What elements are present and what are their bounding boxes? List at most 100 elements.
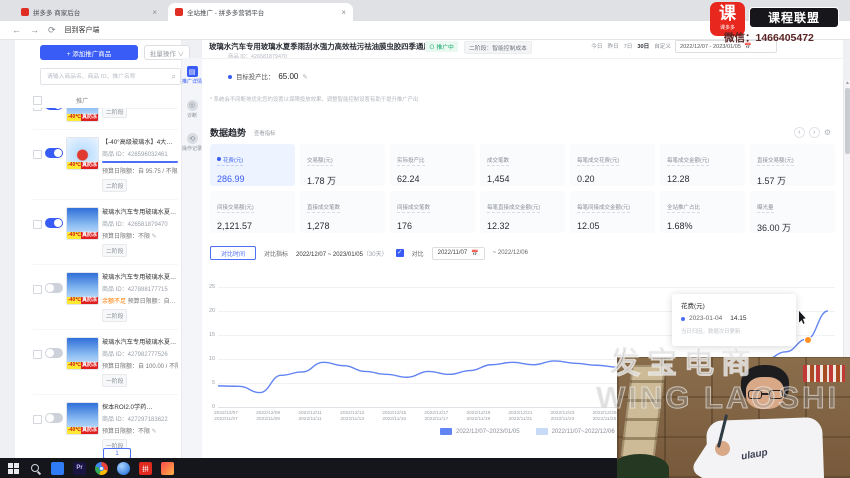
mini-nav-item-推广详情[interactable]: ▤推广详情 — [182, 66, 202, 86]
pagination-page-1[interactable]: 1 — [103, 448, 131, 458]
thumb-tag-temp: -40℃ — [67, 362, 82, 369]
pinduoduo-icon[interactable]: 拼 — [139, 462, 152, 475]
edit-icon[interactable]: ✎ — [150, 234, 157, 240]
metric-card[interactable]: 直接成交笔数1,278 — [300, 191, 385, 233]
row-checkbox[interactable] — [33, 220, 42, 229]
scrollbar-up-icon[interactable]: ▲ — [844, 80, 850, 87]
metric-card[interactable]: 花费(元)286.99 — [210, 144, 295, 186]
select-all-checkbox[interactable] — [33, 96, 42, 105]
add-promo-product-button[interactable]: + 添加推广商品 — [40, 45, 138, 60]
app-blue-icon[interactable] — [51, 462, 64, 475]
promo-toggle[interactable] — [45, 348, 63, 358]
metric-cards-row2: 间接交易额(元)2,121.57直接成交笔数1,278间接成交笔数176每笔直接… — [210, 191, 835, 233]
tab-label: 拼多多 商家后台 — [33, 7, 148, 17]
back-icon[interactable]: ← — [12, 25, 21, 35]
metric-card[interactable]: 每笔成交金额(元)12.28 — [660, 144, 745, 186]
toggle-knob — [54, 149, 62, 157]
metric-value: 1,454 — [487, 174, 558, 184]
row-checkbox[interactable] — [33, 285, 42, 294]
metric-card[interactable]: 实际投产比62.24 — [390, 144, 475, 186]
metric-card[interactable]: 曝光量36.00 万 — [750, 191, 835, 233]
row-checkbox[interactable] — [33, 415, 42, 424]
gear-icon[interactable]: ⚙ — [824, 128, 831, 137]
forward-icon[interactable]: → — [30, 25, 39, 35]
prev-page-icon[interactable]: ‹ — [794, 127, 805, 138]
metric-label: 间接交易额(元) — [217, 203, 254, 213]
edit-icon[interactable]: ✎ — [150, 429, 157, 435]
thumb-tag-antifreeze: 真防冻 — [81, 232, 98, 239]
metric-card[interactable]: 成交笔数1,454 — [480, 144, 565, 186]
start-icon[interactable] — [7, 462, 20, 475]
browser-tab-merchant[interactable]: 拼多多 商家后台 × — [14, 3, 164, 21]
media-icon[interactable] — [161, 462, 174, 475]
scrollbar-thumb[interactable] — [845, 88, 850, 154]
reload-icon[interactable]: ⟳ — [48, 25, 56, 36]
product-row[interactable]: -40℃真防冻玻璃水汽车专用玻璃水夏…商品 ID：426581879470预算日… — [33, 200, 178, 265]
thumb-tag-temp: -40℃ — [67, 297, 82, 304]
compare-checkbox[interactable]: ✓ — [396, 249, 404, 257]
tick-date-compare: 2022/11/07 — [205, 417, 247, 423]
series-dot-icon — [681, 317, 685, 321]
row-checkbox[interactable] — [33, 150, 42, 159]
metric-card[interactable]: 直接交易额(元)1.57 万 — [750, 144, 835, 186]
metric-card[interactable]: 全站推广占比1.68% — [660, 191, 745, 233]
row-checkbox[interactable] — [33, 108, 42, 111]
metric-card[interactable]: 每笔间接成交金额(元)12.05 — [570, 191, 655, 233]
mini-nav-label: 诊断 — [182, 114, 202, 120]
mini-nav-item-诊断[interactable]: ◎ 诊断 — [182, 100, 202, 120]
toggle-knob — [46, 349, 54, 357]
search-icon[interactable]: ⌕ — [172, 72, 176, 82]
mini-nav-item-操作记录[interactable]: ⟲操作记录 — [182, 133, 202, 153]
row-checkbox[interactable] — [33, 350, 42, 359]
browser-tab-promotion[interactable]: 全站推广 - 拼多多营销平台 × — [168, 3, 353, 21]
url-text[interactable]: 回到客户端 — [65, 25, 100, 35]
product-row[interactable]: -40℃真防冻预算日限额：不限 ✎二阶段 — [33, 108, 178, 130]
range-tab-今日[interactable]: 今日 — [591, 42, 602, 50]
tooltip-row: 2023-01-04 14.15 — [681, 315, 787, 322]
metric-card[interactable]: 每笔成交花费(元)0.20 — [570, 144, 655, 186]
chrome-icon[interactable] — [95, 462, 108, 475]
product-name: 探本ROI2.0学药… — [102, 402, 178, 411]
edit-icon[interactable]: ✎ — [302, 73, 307, 81]
promo-toggle[interactable] — [45, 108, 63, 110]
metric-card[interactable]: 交易额(元)1.78 万 — [300, 144, 385, 186]
product-row[interactable]: -40℃真防冻玻璃水汽车专用玻璃水夏…商品 ID：427888177715余额不… — [33, 265, 178, 330]
metric-card[interactable]: 间接成交笔数176 — [390, 191, 475, 233]
tab-close-icon[interactable]: × — [341, 8, 346, 17]
range-tab-自定义[interactable]: 自定义 — [654, 42, 671, 50]
product-info: 玻璃水汽车专用玻璃水夏…商品 ID：426581879470预算日限额：不限 ✎… — [102, 207, 178, 257]
promo-toggle[interactable] — [45, 283, 63, 293]
product-row[interactable]: -40℃真防冻玻璃水汽车专用玻璃水夏…商品 ID：427982777526预算日… — [33, 330, 178, 395]
status-icon: ⊙ — [429, 45, 435, 51]
metric-card[interactable]: 间接交易额(元)2,121.57 — [210, 191, 295, 233]
range-tab-30日[interactable]: 30日 — [637, 42, 649, 50]
x-axis-tick: 2022/12/112022/11/11 — [289, 411, 331, 423]
sphere-icon[interactable] — [117, 462, 130, 475]
promo-toggle[interactable] — [45, 413, 63, 423]
metric-dot-icon — [217, 157, 221, 161]
compare-time-button[interactable]: 对比时间 — [210, 246, 256, 260]
budget-text: 预算日限额：不限 — [102, 234, 150, 240]
tab-close-icon[interactable]: × — [152, 8, 157, 17]
range-tab-7日[interactable]: 7日 — [624, 42, 633, 50]
thumb-tag-temp: -40℃ — [67, 427, 82, 434]
range-tab-昨日[interactable]: 昨日 — [607, 42, 618, 50]
product-row[interactable]: -40℃真防冻【-40°高级玻璃水】4大…商品 ID：428596032461预… — [33, 130, 178, 200]
mini-nav-icon: ◎ — [187, 100, 198, 111]
legend-swatch — [536, 428, 548, 435]
thumb-tag-antifreeze: 真防冻 — [81, 297, 98, 304]
compare-from-input[interactable]: 2022/11/07 📅 — [432, 247, 485, 260]
promo-toggle[interactable] — [45, 218, 63, 228]
detail-mini-nav: ▤推广详情 ◎ 诊断 ⟲操作记录 — [182, 58, 202, 458]
promo-toggle[interactable] — [45, 148, 63, 158]
next-page-icon[interactable]: › — [809, 127, 820, 138]
tick-date-compare: 2022/11/21 — [499, 417, 541, 423]
premiere-icon[interactable]: Pr — [73, 462, 86, 475]
view-metrics-link[interactable]: 查看指标 — [254, 129, 276, 137]
product-search-input[interactable] — [45, 73, 172, 81]
search-icon[interactable] — [29, 462, 42, 475]
product-info: 玻璃水汽车专用玻璃水夏…商品 ID：427982777526预算日限额：自 10… — [102, 337, 178, 387]
metric-card[interactable]: 每笔直接成交金额(元)12.32 — [480, 191, 565, 233]
product-row[interactable]: -40℃真防冻探本ROI2.0学药…商品 ID：427297183622预算日限… — [33, 395, 178, 449]
compare-metric-button[interactable]: 对比指标 — [264, 249, 288, 258]
